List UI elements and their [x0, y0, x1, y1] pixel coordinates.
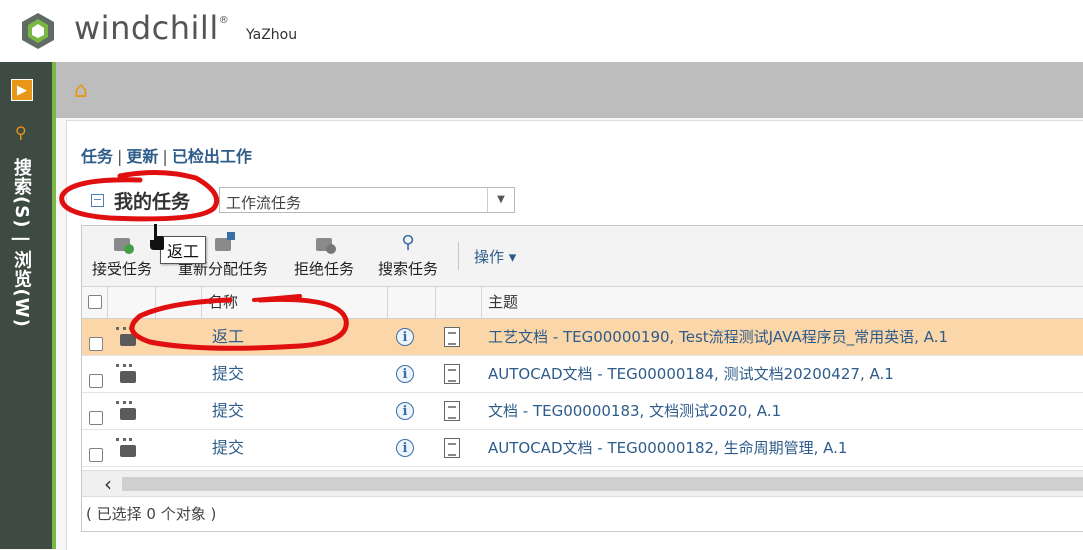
horizontal-scrollbar[interactable]: ‹ — [82, 470, 1083, 497]
my-tasks-header: − 我的任务 — [91, 187, 190, 217]
row-checkbox-cell — [89, 329, 103, 351]
task-subject-link[interactable]: 工艺文档 - TEG00000190, Test流程测试JAVA程序员_常用英语… — [488, 319, 948, 355]
task-subject-link[interactable]: AUTOCAD文档 - TEG00000184, 测试文档20200427, A… — [488, 356, 894, 392]
task-subject-link[interactable]: AUTOCAD文档 - TEG00000182, 生命周期管理, A.1 — [488, 430, 847, 466]
row-checkbox-cell — [89, 366, 103, 388]
task-subject-link[interactable]: 文档 - TEG00000183, 文档测试2020, A.1 — [488, 393, 781, 429]
row-checkbox[interactable] — [89, 337, 103, 351]
home-bar: ⌂ — [56, 62, 1083, 118]
info-icon[interactable]: i — [396, 328, 414, 346]
reassign-task-icon — [211, 232, 235, 254]
user-name[interactable]: YaZhou — [246, 27, 297, 43]
task-table: 接受任务 重新分配任务 拒绝任务 ⚲ 搜索任务 操作 ▾ 名称 主题 返工 i … — [81, 225, 1083, 532]
document-icon[interactable] — [444, 327, 460, 347]
workflow-process-icon[interactable] — [116, 364, 140, 384]
workflow-process-icon[interactable] — [116, 438, 140, 458]
tooltip: 返工 — [160, 236, 207, 264]
my-tasks-title: 我的任务 — [114, 191, 191, 213]
table-row[interactable]: 提交 i 文档 - TEG00000183, 文档测试2020, A.1 — [82, 393, 1083, 430]
row-checkbox[interactable] — [89, 374, 103, 388]
toolbar-divider — [458, 242, 459, 270]
row-checkbox[interactable] — [89, 411, 103, 425]
top-header: windchill® YaZhou — [0, 0, 1083, 63]
info-icon[interactable]: i — [396, 402, 414, 420]
task-name-link[interactable]: 提交 — [212, 393, 244, 429]
task-name-link[interactable]: 返工 — [212, 319, 244, 355]
accept-task-icon — [110, 232, 134, 254]
navigator-tabs[interactable]: 搜索(S) | 浏览(W) — [8, 158, 44, 378]
collapse-icon[interactable]: − — [91, 194, 104, 207]
task-type-select[interactable]: 工作流任务 ▼ — [219, 187, 515, 213]
left-navigator: ▶ ⚲ 搜索(S) | 浏览(W) — [0, 62, 56, 549]
doc-cell — [444, 438, 460, 474]
link-updates[interactable]: 更新 — [126, 147, 158, 166]
task-name-link[interactable]: 提交 — [212, 430, 244, 466]
table-toolbar: 接受任务 重新分配任务 拒绝任务 ⚲ 搜索任务 操作 ▾ — [82, 226, 1083, 287]
process-cell — [116, 401, 142, 421]
main-panel: 任务 | 更新 | 已检出工作 − 我的任务 工作流任务 ▼ 接受任务 重新分配任务 拒绝… — [66, 120, 1083, 550]
process-cell — [116, 438, 142, 458]
search-task-button[interactable]: ⚲ 搜索任务 — [378, 232, 438, 279]
expand-navigator-icon[interactable]: ▶ — [11, 79, 33, 101]
scroll-left-icon[interactable]: ‹ — [96, 473, 120, 495]
column-subject[interactable]: 主题 — [482, 287, 1083, 318]
link-tasks[interactable]: 任务 — [81, 147, 113, 166]
document-icon[interactable] — [444, 364, 460, 384]
accept-task-button[interactable]: 接受任务 — [92, 232, 152, 279]
select-all-cell — [82, 287, 108, 318]
link-checked-out[interactable]: 已检出工作 — [172, 147, 252, 166]
task-links: 任务 | 更新 | 已检出工作 — [81, 147, 252, 166]
table-row[interactable]: 提交 i AUTOCAD文档 - TEG00000184, 测试文档20200427… — [82, 356, 1083, 393]
workflow-process-icon[interactable] — [116, 401, 140, 421]
process-cell — [116, 364, 142, 384]
row-checkbox-cell — [89, 403, 103, 425]
scrollbar-thumb[interactable] — [122, 477, 1083, 491]
select-all-checkbox[interactable] — [88, 295, 102, 309]
dropdown-arrow-icon[interactable]: ▼ — [487, 188, 514, 212]
column-name[interactable]: 名称 — [202, 287, 388, 318]
info-icon[interactable]: i — [396, 439, 414, 457]
row-checkbox[interactable] — [89, 448, 103, 462]
document-icon[interactable] — [444, 438, 460, 458]
reject-task-icon — [312, 232, 336, 254]
process-cell — [116, 327, 142, 347]
search-icon[interactable]: ⚲ — [15, 123, 35, 143]
table-row[interactable]: 返工 i 工艺文档 - TEG00000190, Test流程测试JAVA程序员_常… — [82, 319, 1083, 356]
hand-cursor-icon — [150, 224, 164, 250]
table-row[interactable]: 提交 i AUTOCAD文档 - TEG00000182, 生命周期管理, A.1 — [82, 430, 1083, 467]
brand-name: windchill® — [74, 9, 230, 47]
task-name-link[interactable]: 提交 — [212, 356, 244, 392]
row-checkbox-cell — [89, 440, 103, 462]
workflow-process-icon[interactable] — [116, 327, 140, 347]
actions-menu[interactable]: 操作 ▾ — [474, 246, 516, 267]
magnifier-icon: ⚲ — [401, 232, 415, 253]
document-icon[interactable] — [444, 401, 460, 421]
windchill-logo-icon — [22, 13, 54, 49]
info-icon[interactable]: i — [396, 365, 414, 383]
selection-status: ( 已选择 0 个对象 ) — [82, 496, 1083, 531]
reject-task-button[interactable]: 拒绝任务 — [294, 232, 354, 279]
home-icon[interactable]: ⌂ — [74, 80, 96, 102]
table-header: 名称 主题 — [82, 287, 1083, 319]
